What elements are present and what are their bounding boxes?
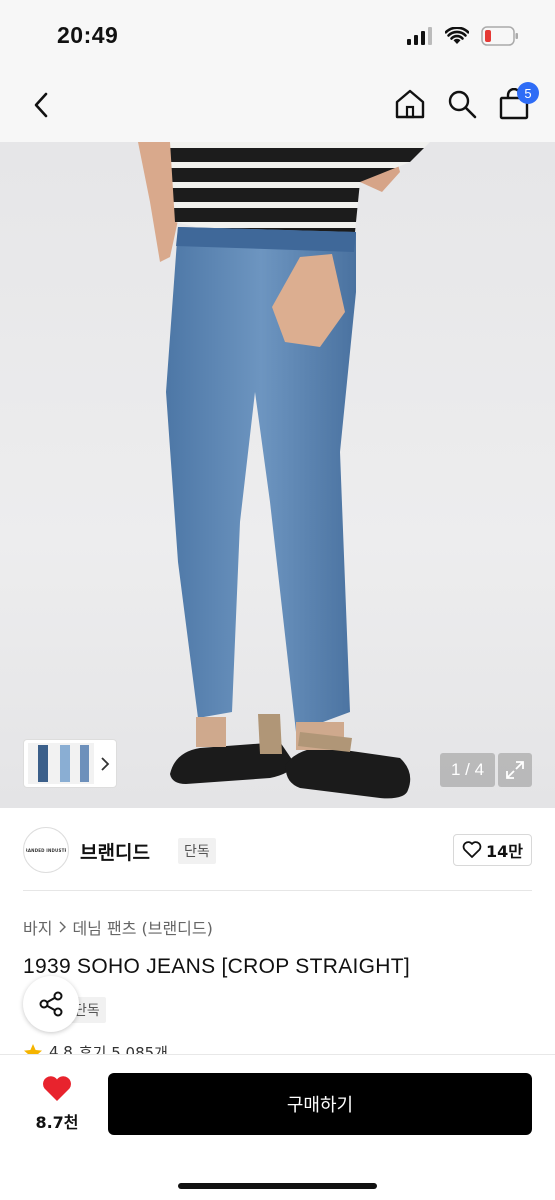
- exclusive-badge: 단독: [178, 838, 216, 864]
- search-button[interactable]: [445, 86, 479, 122]
- brand-logo-mark: BRANDED INDUSTRY: [26, 848, 66, 853]
- nav-bar: 5: [0, 72, 555, 142]
- home-indicator: [178, 1183, 377, 1189]
- breadcrumb: 바지 데님 팬츠 (브랜디드): [23, 915, 213, 939]
- product-image[interactable]: [0, 142, 555, 808]
- thumbnail-strip[interactable]: [23, 739, 117, 788]
- wish-button[interactable]: 8.7천: [28, 1075, 86, 1133]
- brand-logo[interactable]: BRANDED INDUSTRY: [23, 827, 69, 873]
- breadcrumb-item[interactable]: 바지: [23, 915, 52, 939]
- image-page-counter: 1 / 4: [440, 753, 495, 787]
- jeans-model-photo: [138, 142, 430, 799]
- purchase-bar: 8.7천 구매하기: [0, 1054, 555, 1200]
- status-icons: [407, 26, 519, 50]
- back-button[interactable]: [24, 88, 58, 122]
- home-button[interactable]: [393, 86, 427, 122]
- chevron-left-icon: [34, 92, 48, 118]
- brand-row: BRANDED INDUSTRY 브랜디드 단독 14만: [23, 826, 532, 874]
- heart-outline-icon: [462, 841, 482, 858]
- heart-filled-icon: [43, 1076, 71, 1101]
- cart-count-badge: 5: [517, 82, 539, 104]
- brand-like-count: 14만: [486, 842, 523, 861]
- nav-actions: 5: [393, 82, 539, 122]
- product-title: 1939 SOHO JEANS [CROP STRAIGHT]: [23, 955, 411, 978]
- buy-button[interactable]: 구매하기: [108, 1073, 532, 1135]
- breadcrumb-item[interactable]: 데님 팬츠 (브랜디드): [72, 915, 212, 939]
- expand-icon: [506, 761, 524, 779]
- share-button[interactable]: [23, 976, 79, 1032]
- status-bar: 20:49: [0, 0, 555, 72]
- home-icon: [395, 89, 425, 119]
- brand-name[interactable]: 브랜디드: [80, 838, 150, 865]
- battery-icon: [481, 26, 519, 50]
- signal-icon: [407, 27, 433, 49]
- chevron-right-icon: [59, 921, 67, 933]
- search-icon: [448, 90, 477, 119]
- wifi-icon: [444, 26, 470, 49]
- expand-image-button[interactable]: [498, 753, 532, 787]
- svg-text:BRANDED INDUSTRY: BRANDED INDUSTRY: [26, 848, 66, 853]
- divider: [23, 890, 532, 891]
- thumbnail-image: [28, 743, 94, 784]
- cart-button[interactable]: 5: [497, 82, 539, 122]
- status-time: 20:49: [57, 22, 119, 48]
- brand-like-button[interactable]: 14만: [453, 834, 532, 866]
- wish-count: 8.7천: [35, 1113, 79, 1132]
- share-icon: [39, 991, 63, 1017]
- chevron-right-icon: [101, 756, 110, 771]
